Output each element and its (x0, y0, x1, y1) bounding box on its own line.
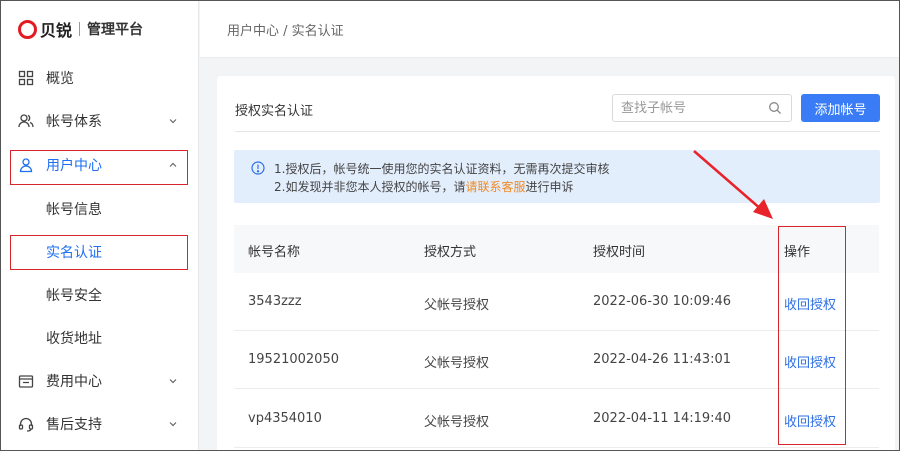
info-notice: 1.授权后，帐号统一使用您的实名认证资料，无需再次提交审核 2.如发现并非您本人… (234, 150, 880, 203)
sidebar-item-label: 费用中心 (46, 374, 102, 390)
highlight-real-name (10, 235, 188, 270)
breadcrumb: 用户中心 / 实名认证 (227, 24, 344, 39)
logo[interactable]: 贝锐 管理平台 (18, 17, 143, 41)
highlight-user-center (10, 150, 188, 185)
sidebar-item-account-security[interactable]: 帐号安全 (0, 275, 199, 315)
chevron-down-icon (169, 422, 177, 427)
sidebar-item-shipping-address[interactable]: 收货地址 (0, 318, 199, 358)
top-bar: 用户中心 / 实名认证 (200, 0, 900, 58)
sidebar-item-label: 帐号信息 (46, 202, 102, 218)
sidebar-item-label: 售后支持 (46, 417, 102, 433)
divider (235, 131, 880, 132)
add-account-button[interactable]: 添加帐号 (801, 94, 880, 122)
sidebar-item-billing[interactable]: 费用中心 (0, 361, 199, 401)
sidebar-item-overview[interactable]: 概览 (0, 58, 199, 98)
search-icon[interactable] (768, 101, 782, 115)
page-title: 授权实名认证 (235, 104, 314, 119)
grid-icon (18, 70, 34, 86)
highlight-action-column (778, 226, 846, 445)
users-icon (18, 114, 34, 128)
time-cell: 2022-04-11 14:19:40 (593, 411, 732, 426)
sidebar-item-account-system[interactable]: 帐号体系 (0, 101, 199, 141)
logo-divider (79, 22, 81, 36)
logo-ring-icon (18, 19, 37, 39)
chevron-down-icon (169, 119, 177, 124)
logo-brand: 贝锐 (40, 21, 73, 40)
sidebar-item-label: 帐号安全 (46, 288, 102, 304)
method-cell: 父帐号授权 (424, 356, 490, 371)
sidebar-item-label: 帐号体系 (46, 114, 102, 130)
wallet-icon (18, 375, 34, 388)
time-cell: 2022-06-30 10:09:46 (593, 294, 732, 309)
method-cell: 父帐号授权 (424, 415, 490, 430)
headset-icon (18, 417, 34, 432)
method-cell: 父帐号授权 (424, 298, 490, 313)
notice-line-2-prefix: 2.如发现并非您本人授权的帐号，请 (274, 180, 466, 194)
logo-subtitle: 管理平台 (87, 22, 144, 38)
sidebar-item-account-info[interactable]: 帐号信息 (0, 189, 199, 229)
sidebar-item-label: 收货地址 (46, 331, 102, 347)
notice-line-1: 1.授权后，帐号统一使用您的实名认证资料，无需再次提交审核 (274, 162, 610, 176)
notice-line-2: 2.如发现并非您本人授权的帐号，请请联系客服进行申诉 (274, 178, 573, 195)
account-cell: 19521002050 (248, 352, 339, 367)
notice-line-2-suffix: 进行申诉 (525, 180, 574, 194)
search-box[interactable] (612, 94, 792, 122)
account-cell: vp4354010 (248, 411, 322, 426)
column-header-time: 授权时间 (593, 245, 646, 260)
column-header-method: 授权方式 (424, 245, 477, 260)
info-icon (251, 161, 265, 175)
contact-support-link[interactable]: 请联系客服 (465, 180, 525, 194)
search-input[interactable] (621, 99, 761, 117)
sidebar-item-support[interactable]: 售后支持 (0, 404, 199, 444)
chevron-down-icon (169, 379, 177, 384)
sidebar-item-label: 概览 (46, 71, 74, 87)
sidebar: 贝锐 管理平台 概览 帐号体系 用户中心 帐号信息 实名认证 帐号安全 收货地址 (0, 0, 199, 451)
account-cell: 3543zzz (248, 294, 302, 309)
time-cell: 2022-04-26 11:43:01 (593, 352, 732, 367)
column-header-account: 帐号名称 (248, 245, 301, 260)
